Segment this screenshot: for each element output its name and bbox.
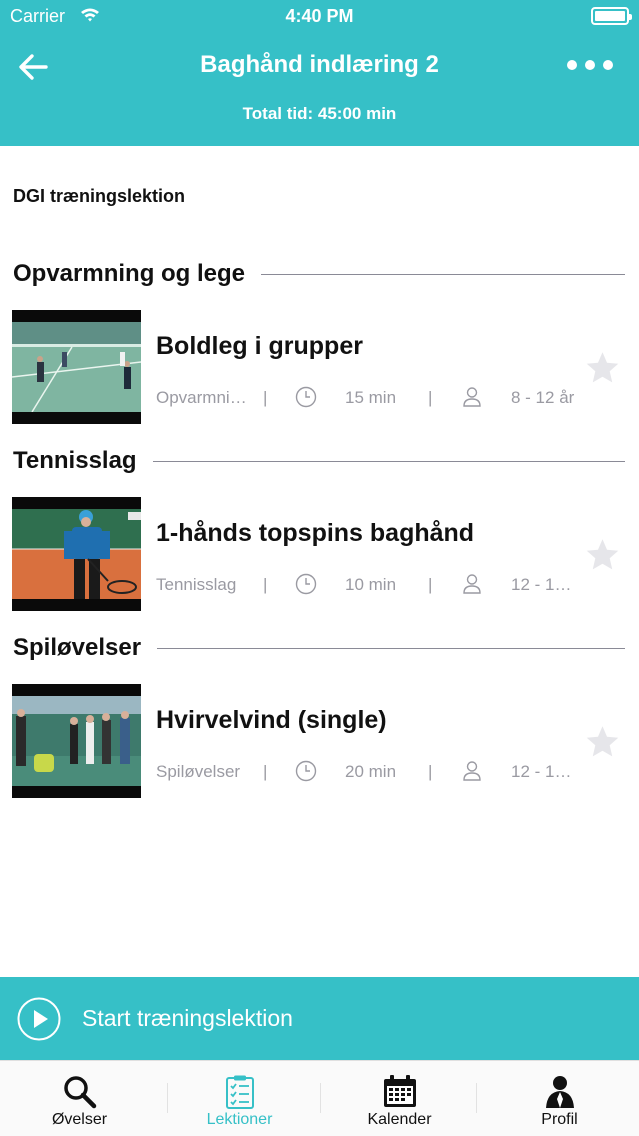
tab-label: Lektioner bbox=[206, 1111, 273, 1128]
exercise-duration: 20 min bbox=[345, 762, 397, 781]
page-title: Baghånd indlæring 2 bbox=[200, 51, 439, 78]
indoor-court-group-image bbox=[12, 696, 141, 786]
clock-icon bbox=[295, 760, 317, 782]
meta-separator: | bbox=[428, 762, 433, 781]
favorite-star-icon[interactable] bbox=[584, 724, 621, 760]
section-divider bbox=[261, 273, 625, 275]
tennis-coach-image bbox=[12, 509, 141, 599]
battery-icon bbox=[591, 7, 632, 25]
exercise-duration: 15 min bbox=[345, 388, 397, 407]
status-time: 4:40 PM bbox=[285, 6, 354, 26]
meta-separator: | bbox=[263, 762, 268, 781]
meta-separator: | bbox=[263, 388, 268, 407]
section-header: Spiløvelser bbox=[13, 633, 625, 663]
person-outline-icon bbox=[463, 574, 481, 594]
section-title: Opvarmning og lege bbox=[13, 260, 246, 287]
tab-lektioner[interactable]: Lektioner bbox=[160, 1061, 319, 1136]
start-lesson-label: Start træningslektion bbox=[82, 1005, 293, 1031]
section-divider bbox=[152, 460, 625, 462]
tennis-court-image bbox=[12, 322, 141, 412]
tab-ovelser[interactable]: Øvelser bbox=[0, 1061, 159, 1136]
person-outline-icon bbox=[463, 387, 481, 407]
exercise-thumbnail bbox=[12, 497, 141, 611]
exercise-title: 1-hånds topspins baghånd bbox=[156, 519, 475, 547]
exercise-category: Spiløvelser bbox=[156, 762, 241, 781]
calendar-icon bbox=[383, 1075, 416, 1107]
tab-profil[interactable]: Profil bbox=[480, 1061, 639, 1136]
more-dot-icon bbox=[603, 60, 613, 70]
favorite-star-icon[interactable] bbox=[584, 537, 621, 573]
lesson-organizer: DGI træningslektion bbox=[13, 186, 186, 206]
section-divider bbox=[157, 647, 625, 649]
meta-separator: | bbox=[428, 575, 433, 594]
exercise-age: 12 - 16 år bbox=[511, 762, 575, 781]
exercise-duration: 10 min bbox=[345, 575, 397, 594]
nav-header: Carrier 4:40 PM Baghånd indlæring 2 Tota… bbox=[0, 0, 639, 146]
favorite-star-icon[interactable] bbox=[584, 350, 621, 386]
tab-label: Profil bbox=[541, 1111, 578, 1128]
exercise-title: Boldleg i grupper bbox=[156, 332, 363, 360]
more-dot-icon bbox=[585, 60, 595, 70]
more-dot-icon bbox=[567, 60, 577, 70]
exercise-title: Hvirvelvind (single) bbox=[156, 706, 387, 734]
tab-kalender[interactable]: Kalender bbox=[320, 1061, 479, 1136]
play-circle-icon bbox=[17, 997, 61, 1041]
clipboard-checklist-icon bbox=[225, 1075, 254, 1109]
clock-icon bbox=[295, 573, 317, 595]
exercise-row[interactable]: Boldleg i grupper Opvarmning og lege | 1… bbox=[0, 310, 639, 426]
exercise-thumbnail bbox=[12, 310, 141, 424]
tab-label: Øvelser bbox=[51, 1111, 108, 1128]
section-title: Tennisslag bbox=[13, 447, 137, 474]
exercise-age: 8 - 12 år bbox=[511, 388, 575, 407]
tab-divider bbox=[476, 1083, 477, 1113]
exercise-row[interactable]: 1-hånds topspins baghånd Tennisslag | 10… bbox=[0, 497, 639, 613]
meta-separator: | bbox=[263, 575, 268, 594]
exercise-age: 12 - 16 år bbox=[511, 575, 575, 594]
tab-label: Kalender bbox=[367, 1111, 432, 1128]
start-lesson-button[interactable]: Start træningslektion bbox=[0, 977, 639, 1060]
person-icon bbox=[545, 1076, 574, 1108]
tab-bar: Øvelser Lektioner Kalender Profil bbox=[0, 1060, 639, 1136]
person-outline-icon bbox=[463, 761, 481, 781]
more-options-button[interactable] bbox=[567, 54, 613, 76]
exercise-row[interactable]: Hvirvelvind (single) Spiløvelser | 20 mi… bbox=[0, 684, 639, 800]
section-header: Tennisslag bbox=[13, 446, 625, 476]
exercise-category: Opvarmning og lege bbox=[156, 388, 250, 407]
section-header: Opvarmning og lege bbox=[13, 259, 625, 289]
search-icon bbox=[63, 1076, 96, 1109]
total-time-label: Total tid: 45:00 min bbox=[242, 104, 397, 123]
meta-separator: | bbox=[428, 388, 433, 407]
exercise-category: Tennisslag bbox=[156, 575, 237, 594]
exercise-thumbnail bbox=[12, 684, 141, 798]
status-bar: Carrier 4:40 PM bbox=[0, 0, 639, 34]
clock-icon bbox=[295, 386, 317, 408]
section-title: Spiløvelser bbox=[13, 634, 142, 661]
